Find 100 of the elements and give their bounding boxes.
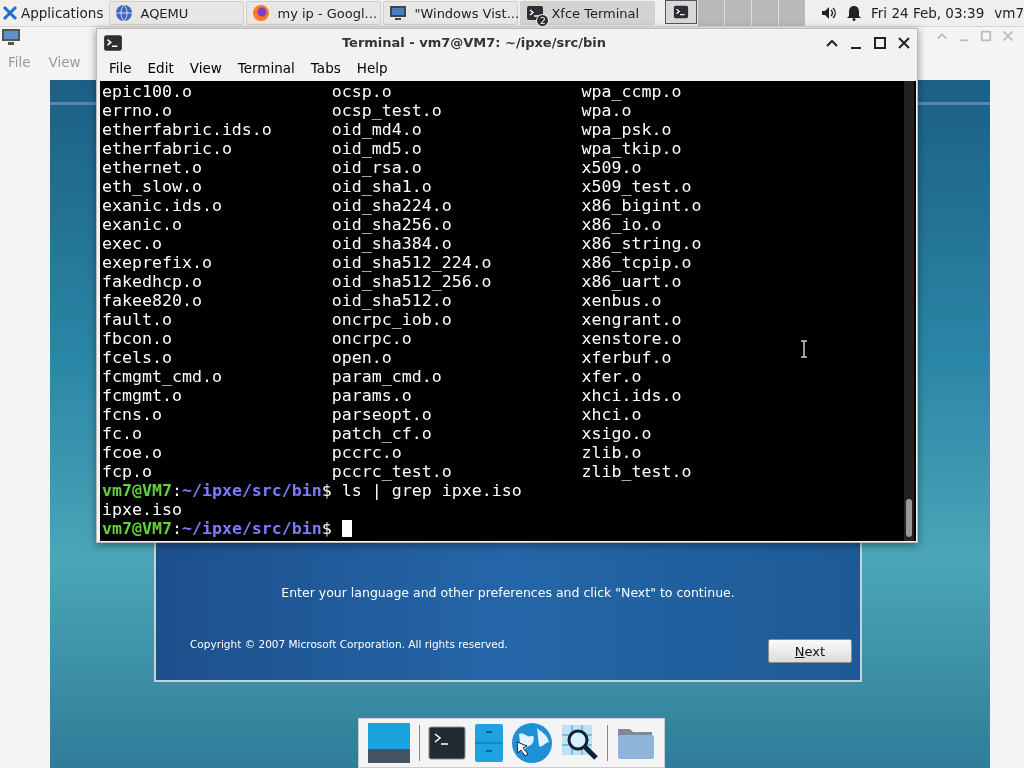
file-name: params.o [331, 386, 412, 405]
file-name: xferbuf.o [581, 348, 672, 367]
file-name: exeprefix.o [102, 253, 212, 272]
next-button[interactable]: Next [768, 639, 852, 663]
xfce-logo-icon[interactable] [2, 5, 18, 21]
taskbar-button[interactable]: AQEMU [109, 1, 245, 25]
search-icon[interactable] [561, 724, 600, 762]
file-name: exec.o [102, 234, 162, 253]
browser-icon [252, 4, 271, 22]
file-name: exanic.ids.o [102, 196, 222, 215]
file-name: oid_sha512_224.o [331, 253, 492, 272]
file-name: epic100.o [102, 82, 192, 101]
file-name: fcns.o [102, 405, 162, 424]
scrollbar[interactable] [904, 81, 914, 541]
terminal-icon[interactable] [427, 726, 466, 760]
file-name: xfer.o [581, 367, 642, 386]
copyright-text: Copyright © 2007 Microsoft Corporation. All rights reserved. [190, 638, 508, 650]
file-name: oncrpc_iob.o [331, 310, 452, 329]
applications-menu[interactable]: Applications [21, 5, 104, 21]
text-cursor-icon [800, 340, 808, 358]
taskbar-button[interactable]: "Windows Vist... [383, 1, 519, 25]
file-name: fault.o [102, 310, 172, 329]
file-name: wpa_psk.o [581, 120, 672, 139]
menu-item[interactable]: Tabs [302, 60, 349, 76]
file-name: eth_slow.o [102, 177, 202, 196]
file-name: xenbus.o [581, 291, 662, 310]
volume-icon[interactable] [821, 5, 838, 21]
file-name: fcmgmt.o [102, 386, 182, 405]
file-name: oid_md5.o [331, 139, 422, 158]
prompt-line: vm7@VM7:~/ipxe/src/bin$ [102, 519, 333, 538]
file-name: xengrant.o [581, 310, 682, 329]
taskbar-button[interactable]: my ip - Googl... [246, 1, 382, 25]
file-name: patch_cf.o [331, 424, 432, 443]
file-name: oid_sha512.o [331, 291, 452, 310]
file-name: x86_io.o [581, 215, 662, 234]
file-name: ocsp.o [331, 82, 392, 101]
file-name: x86_tcpip.o [581, 253, 692, 272]
output-line: ipxe.iso [102, 500, 182, 519]
terminal-icon [673, 4, 690, 20]
file-name: x509.o [581, 158, 642, 177]
globe-icon [115, 4, 134, 22]
file-name: fc.o [102, 424, 142, 443]
file-name: zlib.o [581, 443, 642, 462]
file-name: ocsp_test.o [331, 101, 442, 120]
menu-item[interactable]: Help [348, 60, 396, 76]
file-name: zlib_test.o [581, 462, 692, 481]
desktop-icon[interactable] [366, 722, 411, 764]
file-name: parseopt.o [331, 405, 432, 424]
taskbar-button[interactable]: 2 Xfce Terminal [520, 1, 656, 25]
workspace-button[interactable] [665, 0, 698, 24]
file-name: oid_sha256.o [331, 215, 452, 234]
close-button[interactable] [897, 35, 911, 50]
file-name: wpa_ccmp.o [581, 82, 682, 101]
file-name: x86_uart.o [581, 272, 682, 291]
file-name: oncrpc.o [331, 329, 412, 348]
file-name: fcp.o [102, 462, 152, 481]
terminal-icon [526, 4, 545, 22]
file-name: xhci.ids.o [581, 386, 682, 405]
file-name: errno.o [102, 101, 172, 120]
file-name: etherfabric.o [102, 139, 232, 158]
file-name: oid_sha1.o [331, 177, 432, 196]
file-name: fcels.o [102, 348, 172, 367]
maximize-button[interactable] [873, 35, 887, 50]
file-name: pccrc_test.o [331, 462, 452, 481]
file-name: oid_rsa.o [331, 158, 422, 177]
file-name: x86_bigint.o [581, 196, 702, 215]
user-name[interactable]: vm7 [994, 5, 1024, 21]
file-name: wpa_tkip.o [581, 139, 682, 158]
instruction-text: Enter your language and other preferences and click "Next" to continue. [280, 585, 736, 600]
file-name: param_cmd.o [331, 367, 442, 386]
file-name: wpa.o [581, 101, 632, 120]
file-name: xhci.o [581, 405, 642, 424]
file-name: fcmgmt_cmd.o [102, 367, 222, 386]
menu-item[interactable]: Terminal [229, 60, 303, 76]
file-name: xsigo.o [581, 424, 652, 443]
file-name: oid_md4.o [331, 120, 422, 139]
file-name: x509_test.o [581, 177, 692, 196]
file-name: pccrc.o [331, 443, 402, 462]
count-badge: 2 [536, 14, 550, 27]
clock[interactable]: Fri 24 Feb, 03:39 [871, 5, 985, 21]
globe-icon[interactable] [511, 722, 554, 764]
file-name: exanic.o [102, 215, 182, 234]
file-name: fakee820.o [102, 291, 202, 310]
file-name: xenstore.o [581, 329, 682, 348]
bell-icon[interactable] [847, 5, 862, 21]
file-name: etherfabric.ids.o [102, 120, 272, 139]
file-name: x86_string.o [581, 234, 702, 253]
monitor-icon [389, 4, 408, 22]
file-name: oid_sha224.o [331, 196, 452, 215]
file-name: ethernet.o [102, 158, 202, 177]
file-cabinet-icon[interactable] [473, 723, 504, 763]
menu-item[interactable]: Edit [139, 60, 182, 76]
prompt-line: vm7@VM7:~/ipxe/src/bin$ ls | grep ipxe.iso [102, 481, 522, 500]
menu-item[interactable]: View [181, 60, 230, 76]
menu-item[interactable]: File [101, 60, 140, 76]
monitor-icon [1, 28, 21, 46]
file-name: oid_sha512_256.o [331, 272, 492, 291]
file-name: fakedhcp.o [102, 272, 202, 291]
file-name: fbcon.o [102, 329, 172, 348]
file-name: fcoe.o [102, 443, 162, 462]
